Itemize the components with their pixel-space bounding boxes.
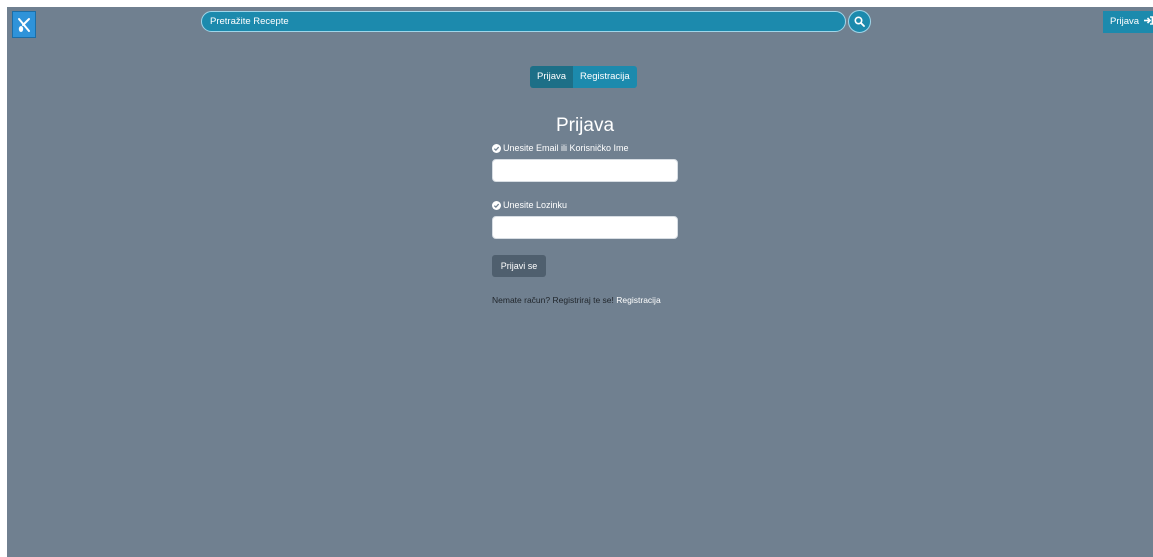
sign-in-icon bbox=[1143, 11, 1153, 33]
login-button[interactable]: Prijava bbox=[1103, 11, 1153, 33]
username-label-text: Unesite Email ili Korisničko Ime bbox=[503, 143, 629, 153]
username-field[interactable] bbox=[492, 159, 678, 182]
password-label-text: Unesite Lozinku bbox=[503, 200, 568, 210]
password-label: Unesite Lozinku bbox=[492, 199, 567, 211]
tab-login[interactable]: Prijava bbox=[530, 66, 574, 88]
register-prompt: Nemate račun? Registriraj te se! Registr… bbox=[492, 294, 661, 306]
login-button-label: Prijava bbox=[1110, 16, 1140, 27]
check-circle-icon bbox=[492, 143, 501, 153]
search-icon bbox=[854, 16, 865, 27]
search-button[interactable] bbox=[848, 10, 871, 33]
auth-tabs: Prijava Registracija bbox=[530, 66, 637, 88]
utensils-book-icon bbox=[18, 17, 30, 32]
username-label: Unesite Email ili Korisničko Ime bbox=[492, 142, 629, 154]
password-field[interactable] bbox=[492, 216, 678, 239]
check-circle-icon bbox=[492, 200, 501, 210]
search-input[interactable]: Pretražite Recepte bbox=[201, 11, 846, 32]
tab-register[interactable]: Registracija bbox=[573, 66, 637, 88]
register-link[interactable]: Registracija bbox=[616, 295, 660, 305]
page: Pretražite Recepte Prijava Prijava Regis… bbox=[7, 7, 1153, 557]
page-title: Prijava bbox=[555, 115, 615, 136]
submit-button[interactable]: Prijavi se bbox=[492, 255, 546, 277]
home-logo[interactable] bbox=[12, 11, 36, 38]
register-prompt-text: Nemate račun? Registriraj te se! bbox=[492, 295, 614, 305]
